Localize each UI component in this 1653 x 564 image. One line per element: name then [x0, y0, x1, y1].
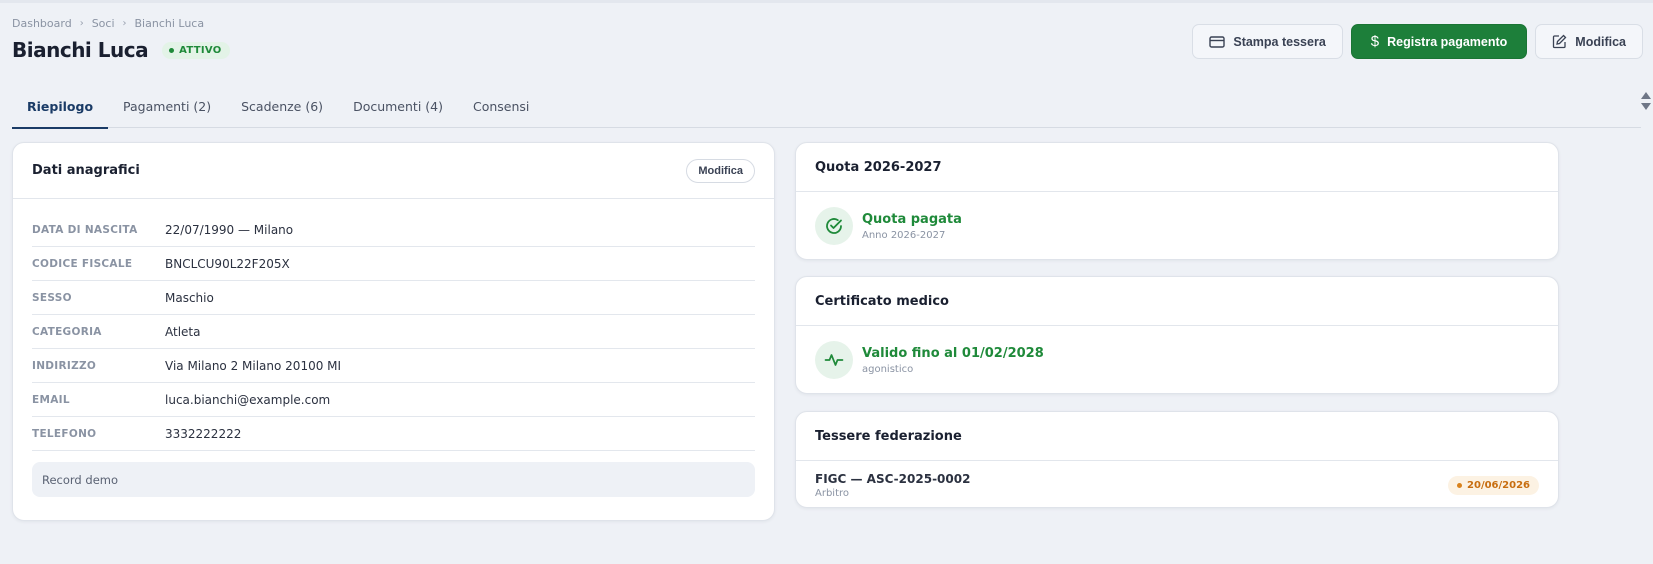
quota-status-label: Quota pagata [862, 211, 962, 227]
field-value: BNCLCU90L22F205X [165, 256, 290, 271]
personal-data-list: DATA DI NASCITA 22/07/1990 — Milano CODI… [13, 199, 774, 451]
record-note: Record demo [32, 462, 755, 497]
field-row: DATA DI NASCITA 22/07/1990 — Milano [32, 213, 755, 247]
tab-scadenze[interactable]: Scadenze (6) [226, 86, 338, 128]
field-row: CODICE FISCALE BNCLCU90L22F205X [32, 247, 755, 281]
status-dot-icon [169, 47, 175, 53]
certificate-status-sub: agonistico [862, 363, 914, 375]
personal-edit-button[interactable]: Modifica [686, 158, 755, 183]
tab-riepilogo[interactable]: Riepilogo [12, 86, 109, 129]
tab-consensi[interactable]: Consensi [458, 86, 544, 128]
tab-pagamenti[interactable]: Pagamenti (2) [108, 86, 226, 128]
field-row: SESSO Maschio [32, 281, 755, 315]
dollar-icon: $ [1370, 33, 1380, 50]
tab-scroll[interactable] [1641, 92, 1651, 110]
federation-role: Arbitro [815, 487, 850, 499]
page-title: Bianchi Luca [12, 38, 149, 62]
status-badge-label: ATTIVO [179, 44, 222, 56]
top-divider [0, 0, 1653, 3]
edit-button[interactable]: Modifica [1535, 24, 1643, 59]
field-label: CODICE FISCALE [32, 257, 133, 270]
breadcrumb-current: Bianchi Luca [134, 17, 205, 30]
print-card-label: Stampa tessera [1233, 34, 1326, 49]
heartbeat-icon [815, 341, 853, 379]
field-label: DATA DI NASCITA [32, 223, 138, 236]
field-row: INDIRIZZO Via Milano 2 Milano 20100 MI [32, 349, 755, 383]
field-row: CATEGORIA Atleta [32, 315, 755, 349]
scroll-up-icon[interactable] [1641, 92, 1651, 99]
register-payment-label: Registra pagamento [1387, 34, 1508, 49]
expiry-dot-icon [1457, 482, 1463, 488]
field-label: INDIRIZZO [32, 359, 97, 372]
header-actions: Stampa tessera $ Registra pagamento Modi… [1192, 24, 1643, 59]
email-value[interactable]: luca.bianchi@example.com [165, 393, 330, 407]
field-row: EMAIL luca.bianchi@example.com [32, 383, 755, 417]
card-icon [1209, 35, 1226, 49]
federation-title: Tessere federazione [815, 428, 962, 444]
field-label: SESSO [32, 291, 72, 304]
scroll-down-icon[interactable] [1641, 103, 1651, 110]
phone-value[interactable]: 3332222222 [165, 427, 241, 441]
breadcrumb: Dashboard › Soci › Bianchi Luca [12, 17, 204, 30]
federation-card: Tessere federazione FIGC — ASC-2025-0002… [795, 411, 1559, 508]
field-row: TELEFONO 3332222222 [32, 417, 755, 451]
quota-status: Quota pagata Anno 2026-2027 [796, 192, 1558, 260]
field-value: Via Milano 2 Milano 20100 MI [165, 358, 342, 373]
certificate-status-label: Valido fino al 01/02/2028 [862, 345, 1044, 361]
certificate-status: Valido fino al 01/02/2028 agonistico [796, 326, 1558, 394]
quota-status-sub: Anno 2026-2027 [862, 229, 946, 241]
status-badge: ATTIVO [162, 41, 230, 59]
federation-header: Tessere federazione [796, 412, 1558, 461]
federation-card-id: FIGC — ASC-2025-0002 [815, 471, 971, 486]
field-label: CATEGORIA [32, 325, 102, 338]
personal-data-header: Dati anagrafici Modifica [13, 143, 774, 199]
register-payment-button[interactable]: $ Registra pagamento [1350, 24, 1528, 59]
edit-icon [1552, 34, 1567, 49]
title-row: Bianchi Luca ATTIVO [12, 38, 230, 62]
field-label: EMAIL [32, 393, 70, 406]
medical-certificate-card: Certificato medico Valido fino al 01/02/… [795, 276, 1559, 394]
field-label: TELEFONO [32, 427, 97, 440]
breadcrumb-soci[interactable]: Soci [92, 17, 115, 30]
list-item[interactable]: FIGC — ASC-2025-0002 Arbitro 20/06/2026 [796, 461, 1558, 509]
print-card-button[interactable]: Stampa tessera [1192, 24, 1343, 59]
field-value: 22/07/1990 — Milano [165, 222, 294, 237]
chevron-right-icon: › [79, 18, 84, 29]
expiry-date: 20/06/2026 [1467, 479, 1530, 491]
field-value: Atleta [165, 324, 201, 339]
personal-data-card: Dati anagrafici Modifica DATA DI NASCITA… [12, 142, 775, 521]
edit-label: Modifica [1575, 34, 1626, 49]
quota-card: Quota 2026-2027 Quota pagata Anno 2026-2… [795, 142, 1559, 260]
tab-documenti[interactable]: Documenti (4) [338, 86, 458, 128]
tab-bar: Riepilogo Pagamenti (2) Scadenze (6) Doc… [12, 86, 1641, 129]
check-circle-icon [815, 207, 853, 245]
breadcrumb-dashboard[interactable]: Dashboard [12, 17, 72, 30]
certificate-title: Certificato medico [815, 293, 949, 309]
certificate-header: Certificato medico [796, 277, 1558, 326]
quota-title: Quota 2026-2027 [815, 159, 942, 175]
quota-header: Quota 2026-2027 [796, 143, 1558, 192]
field-value: Maschio [165, 290, 214, 305]
expiry-badge: 20/06/2026 [1448, 475, 1539, 495]
chevron-right-icon: › [122, 18, 127, 29]
personal-data-title: Dati anagrafici [32, 163, 140, 178]
